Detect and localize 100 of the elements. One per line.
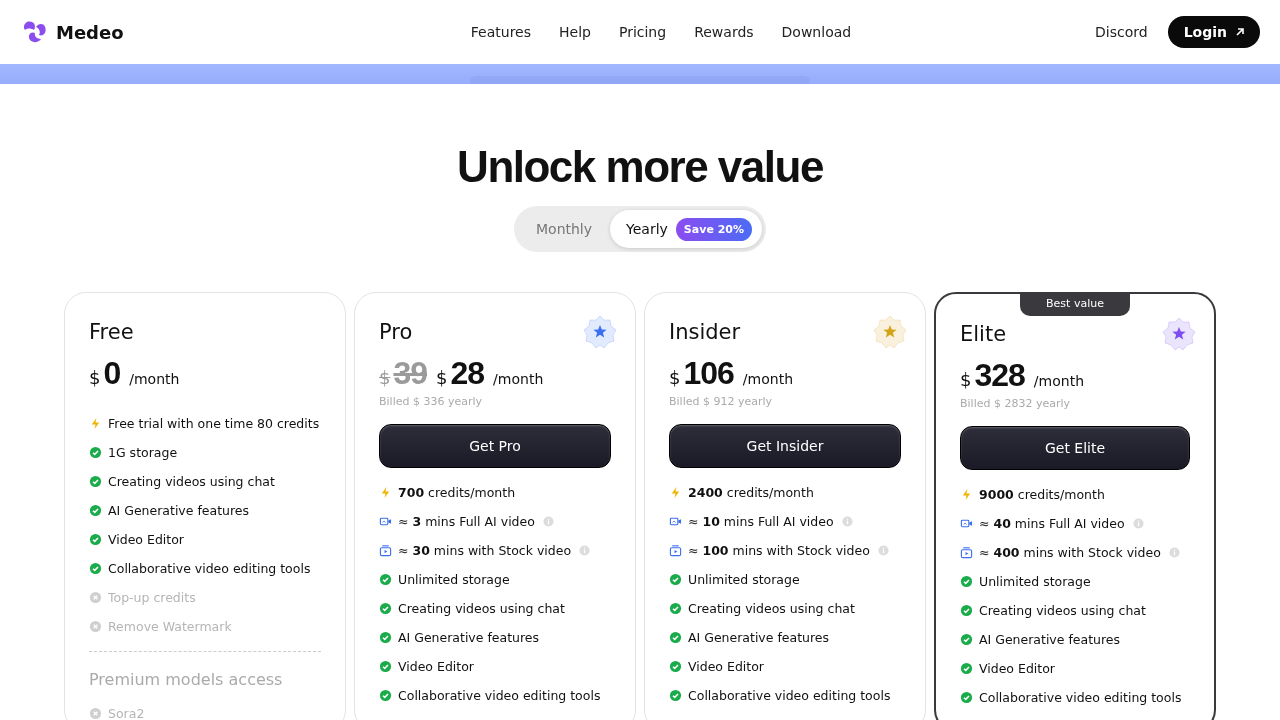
plan-name: Pro: [379, 320, 413, 344]
lightning-icon: [379, 486, 392, 499]
price: 328: [974, 357, 1025, 394]
feature-text: Collaborative video editing tools: [108, 561, 311, 576]
feature-text: Unlimited storage: [688, 572, 800, 587]
check-icon: [960, 575, 973, 588]
feature-text: ≈ 3 mins Full AI video: [398, 514, 535, 529]
price: 28: [450, 355, 485, 392]
check-icon: [379, 573, 392, 586]
feature-text: ≈ 30 mins with Stock video: [398, 543, 572, 558]
feature-text: Top-up credits: [108, 590, 196, 605]
info-icon[interactable]: [542, 516, 554, 527]
check-icon: [89, 533, 102, 546]
star-badge-icon: [1162, 317, 1196, 351]
feature-text: 9000 credits/month: [979, 487, 1105, 502]
feature-text: Creating videos using chat: [979, 603, 1146, 618]
check-icon: [379, 689, 392, 702]
currency: $: [436, 367, 448, 388]
logo-icon[interactable]: [22, 19, 48, 45]
feature-text: Collaborative video editing tools: [979, 690, 1182, 705]
currency: $: [960, 369, 972, 390]
feature-text: Remove Watermark: [108, 619, 232, 634]
feature-text: AI Generative features: [688, 630, 830, 645]
plan-name: Free: [89, 320, 134, 344]
price-period: /month: [129, 371, 180, 387]
feature-text: Collaborative video editing tools: [398, 688, 601, 703]
feature-text: Creating videos using chat: [108, 474, 275, 489]
plan-name: Elite: [960, 322, 1007, 346]
feature-text: Creating videos using chat: [398, 601, 565, 616]
feature-text: Sora2: [108, 706, 145, 720]
nav-link[interactable]: Pricing: [618, 24, 667, 40]
video-camera-icon: [669, 515, 682, 528]
info-icon[interactable]: [877, 545, 889, 556]
check-icon: [89, 446, 102, 459]
plan-button[interactable]: Get Elite: [960, 426, 1190, 470]
nav-link[interactable]: Rewards: [694, 24, 754, 40]
check-icon: [669, 573, 682, 586]
feature-text: 1G storage: [108, 445, 178, 460]
video-camera-icon: [960, 517, 973, 530]
section-heading: Premium models access: [89, 670, 284, 689]
info-icon[interactable]: [1168, 547, 1180, 558]
check-icon: [669, 631, 682, 644]
info-icon[interactable]: [1132, 518, 1144, 529]
brand-name[interactable]: Medeo: [56, 21, 124, 43]
check-icon: [379, 631, 392, 644]
feature-text: Free trial with one time 80 credits: [108, 416, 320, 431]
old-currency: $: [379, 367, 391, 388]
check-icon: [89, 475, 102, 488]
lightning-icon: [669, 486, 682, 499]
check-icon: [379, 660, 392, 673]
video-camera-icon: [379, 515, 392, 528]
check-icon: [960, 604, 973, 617]
feature-text: AI Generative features: [979, 632, 1121, 647]
billing-option[interactable]: Monthly: [518, 210, 611, 248]
billing-note: Billed $ 336 yearly: [379, 395, 484, 408]
lightning-icon: [89, 417, 102, 430]
page-title: Unlock more value: [456, 142, 824, 192]
cross-icon: [89, 620, 102, 633]
feature-text: ≈ 100 mins with Stock video: [688, 543, 870, 558]
cross-icon: [89, 591, 102, 604]
feature-text: AI Generative features: [398, 630, 540, 645]
check-icon: [669, 660, 682, 673]
info-icon[interactable]: [579, 545, 591, 556]
feature-text: AI Generative features: [108, 503, 250, 518]
check-icon: [960, 633, 973, 646]
plan-button[interactable]: Get Insider: [669, 424, 901, 468]
feature-text: Video Editor: [398, 659, 474, 674]
feature-text: ≈ 40 mins Full AI video: [979, 516, 1125, 531]
check-icon: [379, 602, 392, 615]
price-period: /month: [493, 371, 544, 387]
lightning-icon: [960, 488, 973, 501]
check-icon: [89, 562, 102, 575]
nav-link[interactable]: Features: [470, 24, 531, 40]
feature-text: Unlimited storage: [979, 574, 1091, 589]
info-icon[interactable]: [841, 516, 853, 527]
billing-option[interactable]: Yearly Save 20%: [610, 210, 762, 248]
check-icon: [669, 602, 682, 615]
feature-text: Unlimited storage: [398, 572, 510, 587]
star-badge-icon: [583, 315, 617, 349]
currency: $: [89, 367, 101, 388]
discount-badge: Save 20%: [675, 217, 752, 241]
check-icon: [669, 689, 682, 702]
login-button[interactable]: Login: [1167, 16, 1260, 48]
feature-text: Video Editor: [108, 532, 184, 547]
billing-note: Billed $ 912 yearly: [669, 395, 774, 408]
check-icon: [960, 662, 973, 675]
plan-button[interactable]: Get Pro: [379, 424, 611, 468]
arrow-icon: [1234, 26, 1246, 38]
feature-text: Video Editor: [688, 659, 764, 674]
billing-note: Billed $ 2832 yearly: [960, 397, 1072, 410]
feature-text: 2400 credits/month: [688, 485, 814, 500]
price-period: /month: [1033, 373, 1084, 389]
check-icon: [89, 504, 102, 517]
discord-link[interactable]: Discord: [1095, 24, 1148, 40]
nav-link[interactable]: Download: [781, 24, 852, 40]
price: 0: [103, 355, 121, 392]
plan-name: Insider: [669, 320, 741, 344]
nav-link[interactable]: Help: [559, 24, 591, 40]
price-period: /month: [742, 371, 793, 387]
feature-text: ≈ 10 mins Full AI video: [688, 514, 834, 529]
